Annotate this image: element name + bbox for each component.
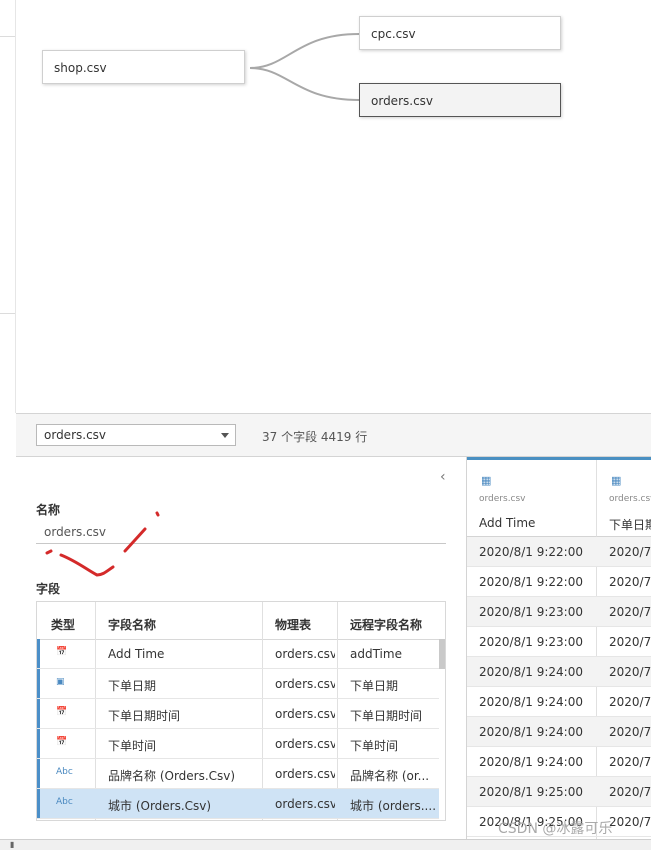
grid-cell: 2020/8/1 9:25:00 — [479, 785, 583, 799]
sheet-tab-icon[interactable]: ▮ — [10, 840, 14, 849]
grid-column-name: 下单日期 — [609, 518, 651, 532]
datetime-icon[interactable]: 📅 — [56, 647, 67, 657]
grid-cell: 2020/7 — [609, 605, 651, 619]
fields-table-header: 类型 字段名称 物理表 远程字段名称 — [37, 602, 445, 640]
field-remote-cell: 下单日期时间 — [350, 709, 423, 723]
grid-cell: 2020/8/1 9:22:00 — [479, 545, 583, 559]
fields-scrollbar[interactable] — [439, 639, 445, 669]
field-table-cell: orders.csv — [275, 737, 335, 751]
grid-cell: 2020/7 — [609, 635, 651, 649]
table-selector-bar: orders.csv 37 个字段 4419 行 — [16, 413, 651, 457]
field-remote-cell: 下单日期 — [350, 679, 399, 693]
datetime-icon[interactable]: 📅 — [56, 707, 67, 717]
string-icon[interactable]: Abc — [56, 767, 73, 777]
grid-row[interactable]: 2020/8/1 9:24:00 2020/7 — [467, 747, 651, 777]
field-remote-cell: 下单时间 — [350, 739, 399, 753]
field-name-cell: 城市 (Orders.Csv) — [108, 799, 212, 813]
field-table-cell: orders.csv — [275, 647, 335, 661]
grid-cell: 2020/7 — [609, 545, 651, 559]
string-icon[interactable]: Abc — [56, 797, 73, 807]
left-gutter — [0, 0, 16, 413]
grid-row[interactable]: 2020/8/1 9:24:00 2020/7 — [467, 657, 651, 687]
field-name-cell: 下单日期时间 — [108, 709, 181, 723]
grid-column-name: Add Time — [479, 516, 536, 530]
grid-cell: 2020/8/1 9:22:00 — [479, 575, 583, 589]
datetime-icon[interactable]: 📅 — [56, 737, 67, 747]
grid-column-source: orders.csv — [609, 494, 651, 504]
field-row[interactable]: 📅 下单日期时间 orders.csv 下单日期时间 — [37, 699, 439, 729]
field-name-cell: 下单时间 — [108, 739, 157, 753]
gutter-divider — [0, 313, 15, 314]
grid-row[interactable]: 2020/8/1 9:22:00 2020/7 — [467, 537, 651, 567]
grid-row[interactable]: 2020/8/1 9:24:00 2020/7 — [467, 687, 651, 717]
grid-cell: 2020/8/1 9:24:00 — [479, 725, 583, 739]
table-node-shop[interactable]: shop.csv — [42, 50, 245, 84]
field-remote-cell: 品牌名称 (or... — [350, 769, 430, 783]
field-row[interactable]: Abc 品牌名称 (Orders.Csv) orders.csv 品牌名称 (or..… — [37, 759, 439, 789]
grid-row[interactable]: 2020/8/1 9:24:00 2020/7 — [467, 717, 651, 747]
row-indicator — [37, 639, 40, 668]
field-name-cell: 品牌名称 (Orders.Csv) — [108, 769, 236, 783]
datetime-icon: ▦ — [481, 474, 492, 487]
grid-cell: 2020/8/1 9:24:00 — [479, 695, 583, 709]
field-remote-cell: addTime — [350, 647, 402, 661]
grid-row[interactable]: 2020/8/1 9:23:00 2020/7 — [467, 597, 651, 627]
grid-cell: 2020/7 — [609, 575, 651, 589]
grid-cell: 2020/8/1 9:24:00 — [479, 665, 583, 679]
field-row[interactable]: 📅 下单时间 orders.csv 下单时间 — [37, 729, 439, 759]
grid-column-header-order-date[interactable]: ▦ orders.csv 下单日期 — [597, 460, 651, 537]
grid-cell: 2020/8/1 9:23:00 — [479, 635, 583, 649]
row-indicator — [37, 789, 40, 818]
metadata-panel: ‹ 名称 字段 类型 字段名称 物理表 远程字段名称 📅Add Timeorde… — [16, 457, 466, 849]
grid-cell: 2020/7 — [609, 695, 651, 709]
date-icon[interactable]: ▣ — [56, 677, 65, 687]
grid-cell: 2020/7 — [609, 665, 651, 679]
data-grid: ▦ orders.csv Add Time ▦ orders.csv 下单日期 … — [466, 457, 651, 849]
column-header-type[interactable]: 类型 — [51, 616, 75, 633]
grid-cell: 2020/7 — [609, 815, 651, 829]
grid-cell: 2020/8/1 9:24:00 — [479, 755, 583, 769]
watermark: CSDN @冰露可乐 — [498, 821, 613, 837]
red-annotation-scribble — [45, 511, 160, 577]
grid-cell: 2020/7 — [609, 755, 651, 769]
bottom-sheet-tabs: ▮ — [0, 839, 651, 850]
relationship-canvas[interactable]: shop.csv cpc.csv orders.csv — [16, 0, 651, 413]
grid-row[interactable]: 2020/8/1 9:23:00 2020/7 — [467, 627, 651, 657]
row-indicator — [37, 759, 40, 788]
field-name-cell: Add Time — [108, 647, 165, 661]
gutter-divider — [0, 36, 15, 37]
grid-cell: 2020/7 — [609, 785, 651, 799]
fields-label: 字段 — [36, 582, 61, 596]
date-icon: ▦ — [611, 474, 622, 487]
chevron-down-icon — [221, 433, 229, 438]
field-row[interactable]: ▣ 下单日期 orders.csv 下单日期 — [37, 669, 439, 699]
field-table-cell: orders.csv — [275, 767, 335, 781]
grid-column-source: orders.csv — [479, 494, 526, 504]
field-table-cell: orders.csv — [275, 707, 335, 721]
field-remote-cell: 城市 (orders.... — [350, 799, 436, 813]
field-row[interactable]: Abc 城市 (Orders.Csv) orders.csv 城市 (orders..… — [37, 789, 439, 819]
table-dropdown-value: orders.csv — [44, 428, 107, 442]
column-header-remote-field-name[interactable]: 远程字段名称 — [350, 616, 422, 633]
column-header-physical-table[interactable]: 物理表 — [275, 616, 311, 633]
field-name-cell: 下单日期 — [108, 679, 157, 693]
grid-cell: 2020/8/1 9:23:00 — [479, 605, 583, 619]
grid-row[interactable]: 2020/8/1 9:22:00 2020/7 — [467, 567, 651, 597]
table-dropdown[interactable]: orders.csv — [36, 424, 236, 446]
grid-row[interactable]: 2020/8/1 9:25:00 2020/7 — [467, 777, 651, 807]
field-row[interactable]: 📅 Add Time orders.csv addTime — [37, 639, 439, 669]
row-indicator — [37, 699, 40, 728]
table-node-orders[interactable]: orders.csv — [359, 83, 561, 117]
row-indicator — [37, 669, 40, 698]
collapse-panel-icon[interactable]: ‹ — [440, 469, 446, 485]
field-table-cell: orders.csv — [275, 797, 335, 811]
fields-table: 类型 字段名称 物理表 远程字段名称 📅 Add Time orders.csv ad… — [36, 601, 446, 821]
table-node-cpc[interactable]: cpc.csv — [359, 16, 561, 50]
field-table-cell: orders.csv — [275, 677, 335, 691]
table-stats: 37 个字段 4419 行 — [262, 430, 368, 444]
column-header-field-name[interactable]: 字段名称 — [108, 616, 156, 633]
grid-cell: 2020/7 — [609, 725, 651, 739]
row-indicator — [37, 729, 40, 758]
grid-column-header-add-time[interactable]: ▦ orders.csv Add Time — [467, 460, 597, 537]
